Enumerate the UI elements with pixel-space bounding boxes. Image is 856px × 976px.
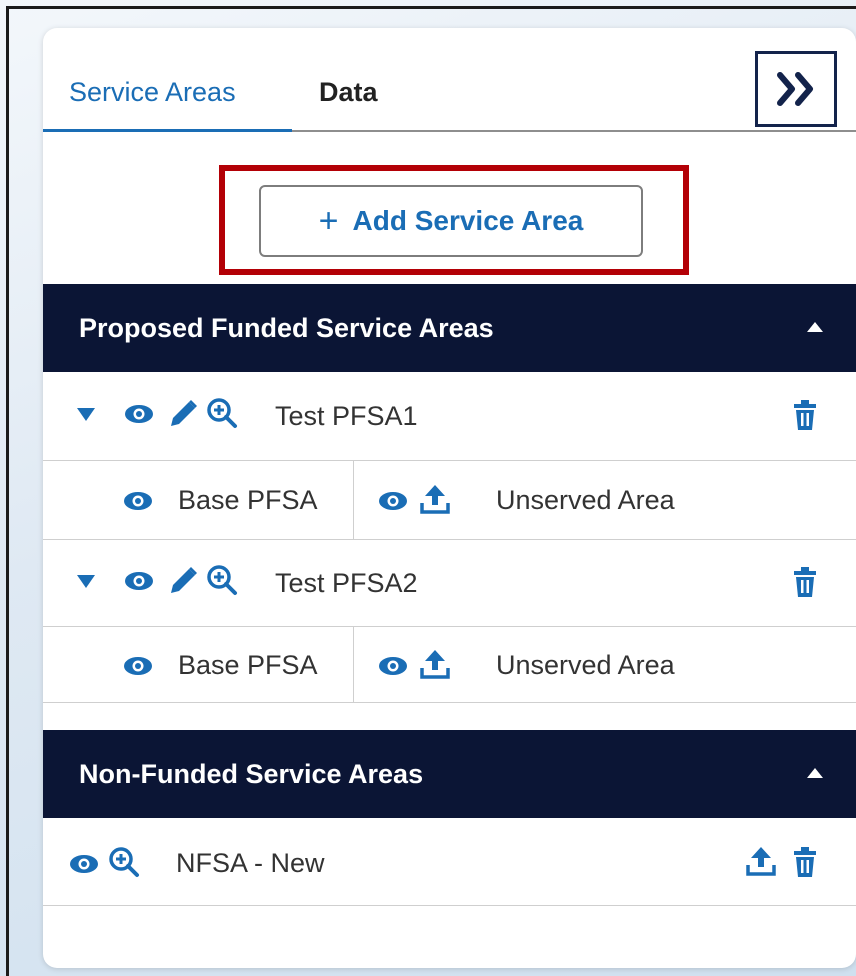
side-panel: Service Areas Data + Add Service Area Pr… xyxy=(43,28,856,968)
collapse-panel-button[interactable] xyxy=(755,51,837,127)
eye-icon[interactable] xyxy=(123,656,153,676)
add-service-area-button[interactable]: + Add Service Area xyxy=(259,185,643,257)
sub-item-label: Unserved Area xyxy=(496,650,675,680)
sub-item-label: Base PFSA xyxy=(178,650,318,680)
list-item: NFSA - New xyxy=(43,818,856,906)
sub-item-label: Base PFSA xyxy=(178,485,318,515)
tab-data[interactable]: Data xyxy=(319,76,378,108)
pencil-icon[interactable] xyxy=(167,565,199,597)
eye-icon[interactable] xyxy=(124,404,154,424)
active-tab-indicator xyxy=(43,129,292,132)
sub-item-row: Base PFSA Unserved Area xyxy=(43,461,856,540)
section-title: Non-Funded Service Areas xyxy=(79,758,424,789)
divider xyxy=(353,627,354,703)
item-name: Test PFSA1 xyxy=(275,401,418,431)
collapse-caret-icon[interactable] xyxy=(807,768,823,778)
list-item: Test PFSA2 xyxy=(43,540,856,627)
expand-triangle-icon[interactable] xyxy=(77,575,95,589)
collapse-caret-icon[interactable] xyxy=(807,322,823,332)
tab-service-areas[interactable]: Service Areas xyxy=(69,76,236,108)
list-item: Test PFSA1 xyxy=(43,372,856,461)
trash-icon[interactable] xyxy=(792,399,818,431)
zoom-in-icon[interactable] xyxy=(206,397,238,429)
zoom-in-icon[interactable] xyxy=(108,846,140,878)
upload-icon[interactable] xyxy=(420,483,450,515)
eye-icon[interactable] xyxy=(378,491,408,511)
upload-icon[interactable] xyxy=(746,845,776,877)
pencil-icon[interactable] xyxy=(167,398,199,430)
upload-icon[interactable] xyxy=(420,648,450,680)
expand-triangle-icon[interactable] xyxy=(77,408,95,422)
sub-item-label: Unserved Area xyxy=(496,485,675,515)
trash-icon[interactable] xyxy=(792,846,818,878)
item-name: Test PFSA2 xyxy=(275,568,418,598)
sub-item-row: Base PFSA Unserved Area xyxy=(43,627,856,703)
section-title: Proposed Funded Service Areas xyxy=(79,312,494,343)
divider xyxy=(353,461,354,540)
add-service-area-label: Add Service Area xyxy=(352,205,584,236)
eye-icon[interactable] xyxy=(124,571,154,591)
eye-icon[interactable] xyxy=(69,854,99,874)
double-chevron-right-icon xyxy=(777,72,813,106)
item-name: NFSA - New xyxy=(176,848,325,878)
plus-icon: + xyxy=(318,202,339,240)
eye-icon[interactable] xyxy=(123,491,153,511)
eye-icon[interactable] xyxy=(378,656,408,676)
zoom-in-icon[interactable] xyxy=(206,564,238,596)
section-header-proposed-funded[interactable]: Proposed Funded Service Areas xyxy=(43,284,856,372)
tab-bar: Service Areas Data xyxy=(43,28,856,132)
trash-icon[interactable] xyxy=(792,566,818,598)
section-header-non-funded[interactable]: Non-Funded Service Areas xyxy=(43,730,856,818)
